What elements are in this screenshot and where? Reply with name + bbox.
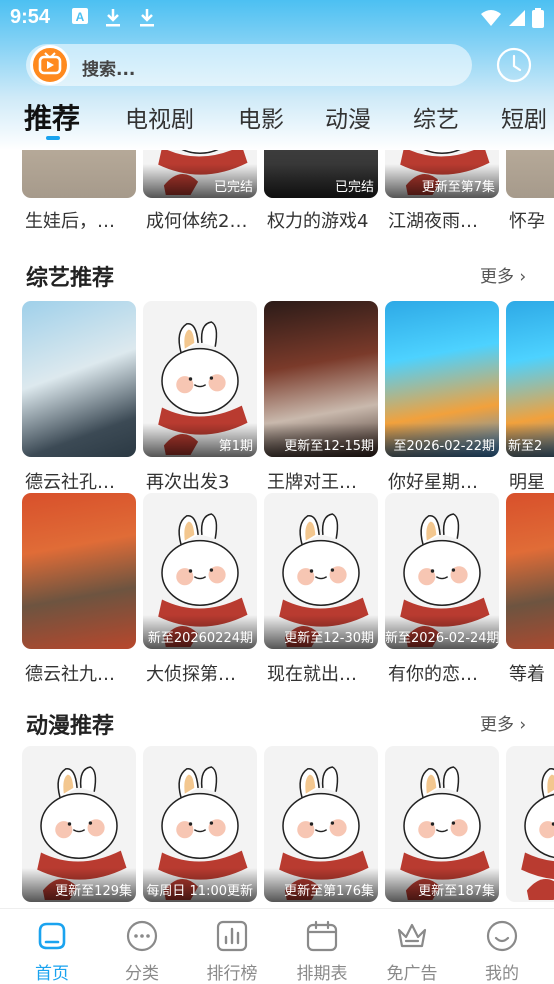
episode-badge: 已完结 — [143, 164, 257, 198]
history-icon[interactable] — [495, 46, 533, 84]
episode-badge: 新至20260224期 — [143, 615, 257, 649]
tab-movie[interactable]: 电影 — [238, 100, 284, 134]
more-link-variety[interactable]: 更多 › — [480, 262, 526, 287]
status-time: 9:54 — [10, 6, 51, 28]
category-icon — [126, 920, 158, 952]
card-title: 德云社九… — [25, 664, 115, 685]
bottom-navigation: 首页 分类 排行榜 排期表 免广告 我的 — [0, 908, 554, 984]
text-app-icon: A — [72, 8, 88, 24]
placeholder-bunny-icon — [520, 766, 554, 901]
card-title: 大侦探第… — [146, 664, 236, 685]
tab-recommend[interactable]: 推荐 — [24, 97, 80, 137]
ranking-icon — [216, 920, 248, 952]
card-title: 现在就出… — [267, 664, 357, 685]
card-title: 有你的恋… — [388, 664, 478, 685]
card-title: 成何体统2… — [146, 211, 248, 232]
card-title: 江湖夜雨… — [388, 211, 478, 232]
more-link-anime[interactable]: 更多 › — [480, 710, 526, 735]
card-title: 再次出发3 — [146, 472, 230, 493]
tv-icon — [38, 52, 62, 75]
poster-image — [506, 746, 554, 902]
poster-image: 新至2026-02-24期 — [385, 493, 499, 649]
battery-icon — [532, 8, 544, 28]
episode-badge: 新至2 — [506, 423, 554, 457]
poster-image: 已完结 — [264, 150, 378, 198]
poster-image: 更新至12-30期 — [264, 493, 378, 649]
poster-image — [22, 493, 136, 649]
card-title: 王牌对王… — [267, 472, 357, 493]
nav-ad-free[interactable]: 免广告 — [366, 909, 458, 984]
episode-badge: 更新至12-30期 — [264, 615, 378, 649]
episode-badge: 更新至129集 — [22, 868, 136, 902]
card-title: 等着 — [509, 664, 545, 685]
episode-badge: 更新至187集 — [385, 868, 499, 902]
wifi-icon — [481, 10, 501, 26]
episode-badge: 每周日 11:00更新 — [143, 868, 257, 902]
schedule-icon — [306, 920, 338, 952]
episode-badge: 新至2026-02-24期 — [385, 615, 499, 649]
nav-label: 我的 — [485, 964, 519, 984]
poster-image: 更新至12-15期 — [264, 301, 378, 457]
nav-label: 分类 — [125, 964, 159, 984]
search-input[interactable]: 搜索... — [82, 55, 135, 80]
nav-label: 排期表 — [296, 964, 348, 984]
poster-image: 新至20260224期 — [143, 493, 257, 649]
card-title: 权力的游戏4 — [267, 211, 369, 232]
tab-short-drama[interactable]: 短剧 — [501, 100, 547, 134]
svg-text:A: A — [76, 10, 85, 24]
poster-image — [22, 150, 136, 198]
poster-image: 更新至187集 — [385, 746, 499, 902]
nav-home[interactable]: 首页 — [6, 909, 98, 984]
poster-image — [22, 301, 136, 457]
home-icon — [38, 922, 66, 950]
card-title: 明星 — [509, 472, 545, 493]
status-bar: 9:54 A — [0, 0, 554, 38]
card-title: 生娃后，… — [25, 211, 115, 232]
download-icon — [140, 9, 154, 27]
episode-badge: 更新至第176集 — [264, 868, 378, 902]
app-logo[interactable] — [30, 45, 70, 85]
card-title: 你好星期… — [388, 472, 478, 493]
poster-image: 更新至129集 — [22, 746, 136, 902]
poster-image: 已完结 — [143, 150, 257, 198]
poster-image — [506, 150, 554, 198]
nav-label: 排行榜 — [206, 964, 258, 984]
signal-icon — [509, 10, 525, 26]
section-title-variety: 综艺推荐 — [26, 266, 115, 291]
download-icon — [106, 9, 120, 27]
nav-label: 免广告 — [386, 964, 438, 984]
episode-badge: 更新至第7集 — [385, 164, 499, 198]
episode-badge: 至2026-02-22期 — [385, 423, 499, 457]
poster-image: 新至2 — [506, 301, 554, 457]
card-title: 怀孕 — [509, 211, 545, 232]
tab-variety[interactable]: 综艺 — [413, 100, 459, 134]
poster-image: 第1期 — [143, 301, 257, 457]
episode-badge: 第1期 — [143, 423, 257, 457]
crown-icon — [397, 923, 427, 948]
nav-category[interactable]: 分类 — [96, 909, 188, 984]
nav-label: 首页 — [35, 964, 69, 984]
poster-image — [506, 493, 554, 649]
tab-tv[interactable]: 电视剧 — [125, 100, 194, 134]
episode-badge: 已完结 — [264, 164, 378, 198]
nav-ranking[interactable]: 排行榜 — [186, 909, 278, 984]
poster-image: 更新至第7集 — [385, 150, 499, 198]
content-scroll[interactable]: 生娃后，… 已完结 成何体统2… 已完结 权力的游戏4 更新至第7集 江湖夜雨…… — [0, 150, 554, 908]
poster-image: 更新至第176集 — [264, 746, 378, 902]
episode-badge: 更新至12-15期 — [264, 423, 378, 457]
nav-schedule[interactable]: 排期表 — [276, 909, 368, 984]
poster-image: 每周日 11:00更新 — [143, 746, 257, 902]
tab-indicator — [46, 136, 60, 140]
nav-profile[interactable]: 我的 — [456, 909, 548, 984]
card-title: 德云社孔… — [25, 472, 115, 493]
poster-image: 至2026-02-22期 — [385, 301, 499, 457]
profile-icon — [486, 920, 518, 952]
section-title-anime: 动漫推荐 — [26, 714, 115, 739]
tab-anime[interactable]: 动漫 — [325, 100, 371, 134]
